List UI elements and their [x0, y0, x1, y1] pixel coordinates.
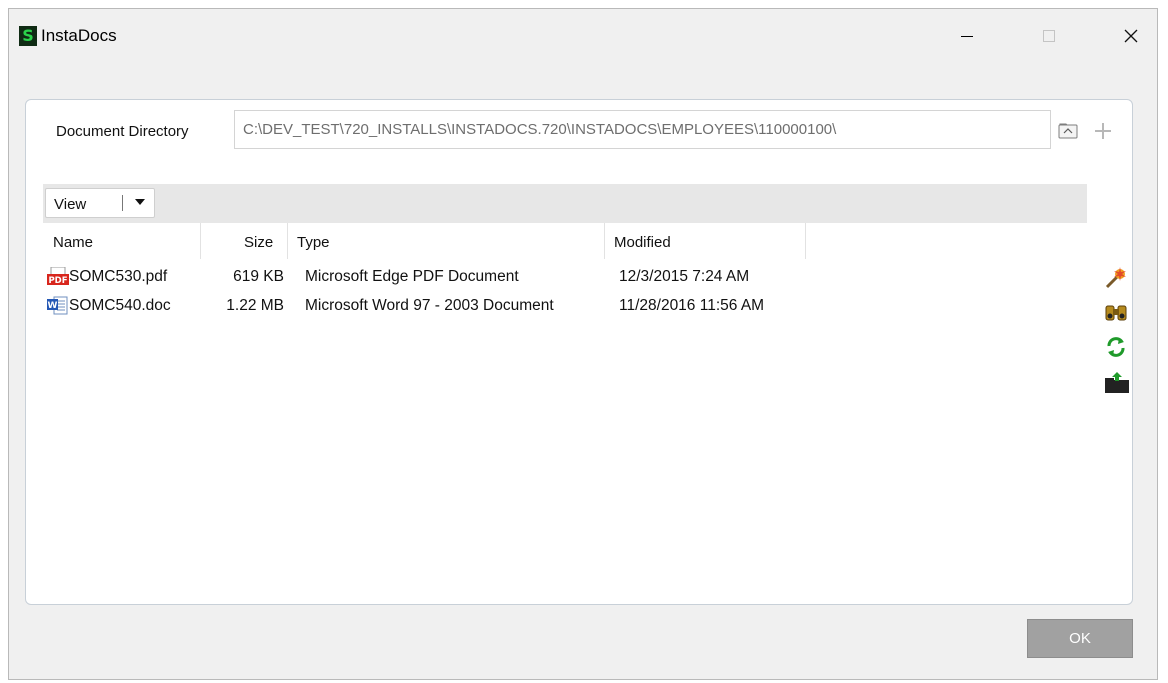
folder-browse-icon	[1058, 123, 1078, 139]
column-header-size[interactable]: Size	[244, 223, 273, 259]
window-title: InstaDocs	[41, 26, 117, 45]
upload-folder-icon	[1105, 372, 1129, 393]
wizard-icon	[1105, 267, 1126, 289]
maximize-button[interactable]	[1029, 21, 1069, 51]
file-size: 619 KB	[233, 268, 284, 285]
binoculars-icon	[1105, 305, 1127, 321]
column-divider[interactable]	[805, 223, 806, 259]
wizard-button[interactable]	[1104, 266, 1128, 290]
upload-button[interactable]	[1104, 370, 1129, 394]
ok-button[interactable]: OK	[1027, 619, 1133, 658]
search-button[interactable]	[1104, 300, 1128, 324]
refresh-button[interactable]	[1104, 335, 1128, 359]
file-list: PDF SOMC530.pdf 619 KB Microsoft Edge PD…	[43, 262, 1087, 320]
file-type: Microsoft Word 97 - 2003 Document	[305, 297, 554, 314]
chevron-down-icon	[135, 199, 145, 205]
file-modified: 12/3/2015 7:24 AM	[619, 268, 750, 285]
app-logo-icon: S	[19, 26, 37, 46]
maximize-icon	[1029, 21, 1069, 51]
refresh-icon	[1107, 337, 1125, 357]
minimize-button[interactable]	[947, 21, 987, 51]
file-row[interactable]: W SOMC540.doc 1.22 MB Microsoft Word 97 …	[43, 291, 1087, 320]
minimize-icon	[947, 21, 987, 51]
column-divider[interactable]	[604, 223, 605, 259]
file-row[interactable]: PDF SOMC530.pdf 619 KB Microsoft Edge PD…	[43, 262, 1087, 291]
column-divider[interactable]	[287, 223, 288, 259]
column-header-name[interactable]: Name	[53, 223, 93, 259]
plus-icon	[1095, 123, 1111, 139]
list-toolbar: View	[43, 184, 1087, 223]
add-directory-button[interactable]	[1093, 121, 1113, 141]
close-icon	[1111, 21, 1151, 51]
view-dropdown-button[interactable]: View	[45, 188, 155, 218]
document-directory-label: Document Directory	[56, 123, 189, 140]
view-separator	[122, 195, 123, 211]
column-header-modified[interactable]: Modified	[614, 223, 671, 259]
file-modified: 11/28/2016 11:56 AM	[619, 297, 765, 314]
title-bar: S InstaDocs	[9, 9, 1157, 63]
file-list-header: Name Size Type Modified	[43, 223, 1087, 259]
file-size: 1.22 MB	[226, 297, 284, 314]
view-label: View	[54, 196, 87, 213]
folder-browse-button[interactable]	[1058, 121, 1078, 141]
instadocs-window: S InstaDocs Document Directory C:\DEV_TE…	[8, 8, 1158, 680]
document-directory-field[interactable]: C:\DEV_TEST\720_INSTALLS\INSTADOCS.720\I…	[234, 110, 1051, 149]
column-divider[interactable]	[200, 223, 201, 259]
column-header-type[interactable]: Type	[297, 223, 330, 259]
documents-panel: Document Directory C:\DEV_TEST\720_INSTA…	[25, 99, 1133, 605]
file-type: Microsoft Edge PDF Document	[305, 268, 519, 285]
close-button[interactable]	[1111, 21, 1151, 51]
